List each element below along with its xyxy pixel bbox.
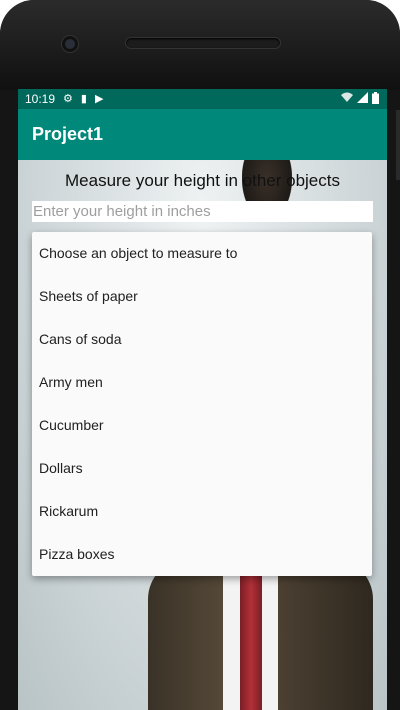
sd-card-icon: ▮ [80,93,87,105]
dropdown-item-choose-object[interactable]: Choose an object to measure to [32,232,372,275]
front-camera-icon [62,36,78,52]
phone-frame: 10:19 ⚙ ▮ ▶ Project1 Measure your height… [0,0,400,710]
status-bar: 10:19 ⚙ ▮ ▶ [18,89,387,109]
dropdown-item-cans-of-soda[interactable]: Cans of soda [32,318,372,361]
app-bar: Project1 [18,109,387,160]
dropdown-item-sheets-of-paper[interactable]: Sheets of paper [32,275,372,318]
cell-signal-icon [357,92,368,106]
device-screen: 10:19 ⚙ ▮ ▶ Project1 Measure your height… [18,89,387,710]
height-input[interactable] [32,201,373,222]
page-heading: Measure your height in other objects [65,171,340,190]
dropdown-item-pizza-boxes[interactable]: Pizza boxes [32,533,372,576]
background-photo-tie [240,559,262,710]
earpiece-speaker [126,38,280,48]
status-right-icons [341,89,379,109]
side-button [396,110,400,180]
dropdown-item-dollars[interactable]: Dollars [32,447,372,490]
dropdown-item-cucumber[interactable]: Cucumber [32,404,372,447]
gear-icon: ⚙ [63,93,73,105]
object-dropdown-menu: Choose an object to measure to Sheets of… [32,232,372,576]
status-time: 10:19 [25,92,56,106]
dropdown-item-army-men[interactable]: Army men [32,361,372,404]
dropdown-item-rickarum[interactable]: Rickarum [32,490,372,533]
wifi-icon [341,92,353,106]
app-title: Project1 [32,124,104,144]
battery-icon [372,91,379,107]
play-store-icon: ▶ [94,93,104,105]
